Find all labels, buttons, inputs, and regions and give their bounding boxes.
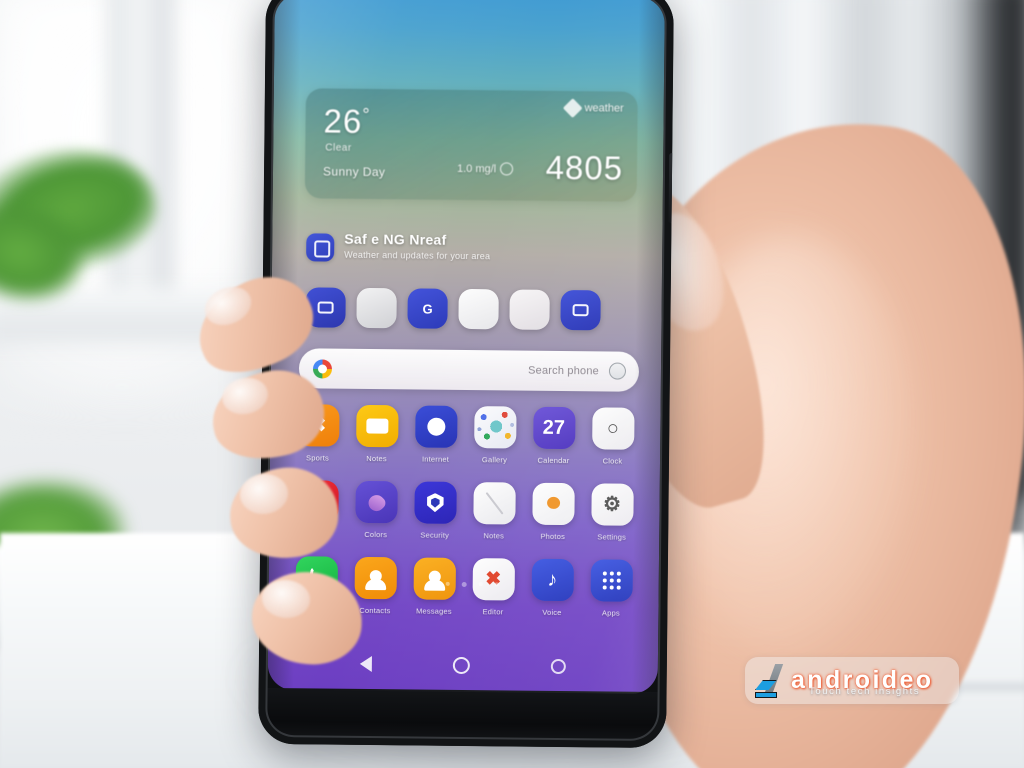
finger	[225, 462, 343, 564]
watermark-text: androideo Touch tech insights	[791, 666, 933, 697]
finger	[183, 261, 327, 389]
logo-book-base	[755, 691, 777, 698]
androideo-logo-icon	[755, 663, 789, 698]
finger	[204, 361, 332, 469]
watermark-tagline: Touch tech insights	[809, 686, 921, 697]
watermark: androideo Touch tech insights	[745, 657, 959, 704]
gripping-fingers	[0, 0, 1024, 768]
finger	[248, 568, 366, 668]
